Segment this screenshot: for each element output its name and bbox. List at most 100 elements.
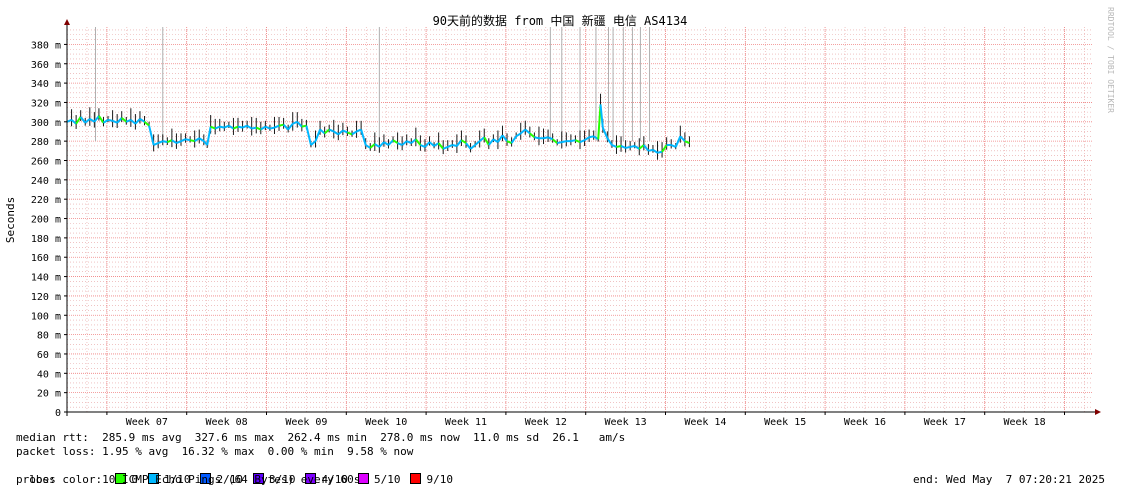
median-rtt-segment — [260, 125, 266, 131]
median-rtt-segment — [374, 143, 380, 148]
median-rtt-segment — [606, 137, 613, 146]
median-rtt-segment — [223, 124, 230, 129]
loss-color-item: 5/10 — [357, 473, 401, 486]
y-tick-label: 20 m — [37, 389, 61, 400]
median-rtt-segment — [648, 148, 654, 152]
median-rtt-segment — [520, 128, 526, 135]
median-rtt-segment — [488, 138, 495, 146]
median-rtt-segment — [616, 145, 622, 148]
rrdtool-watermark: RRDTOOL / TOBI OETIKER — [1106, 7, 1115, 113]
median-rtt-segment — [264, 125, 271, 130]
median-rtt-segment — [305, 125, 312, 146]
median-rtt-segment — [510, 135, 517, 144]
median-rtt-segment — [629, 145, 635, 148]
y-tick-label: 0 — [55, 408, 61, 419]
median-rtt-segment — [570, 139, 576, 143]
median-rtt-segment — [237, 125, 243, 129]
median-rtt-segment — [242, 124, 248, 129]
median-rtt-segment — [584, 136, 590, 142]
median-rtt-segment — [561, 140, 567, 144]
median-rtt-segment — [684, 140, 690, 145]
median-rtt-segment — [351, 130, 358, 136]
x-tick-label: Week 15 — [764, 417, 806, 428]
loss-color-item: 9/10 — [410, 473, 453, 486]
median-rtt-segment — [166, 139, 173, 144]
median-rtt-segment — [251, 126, 257, 130]
y-tick-label: 160 m — [31, 253, 61, 264]
median-rtt-segment — [337, 129, 344, 136]
median-rtt-segment — [547, 136, 554, 141]
x-tick-label: Week 07 — [126, 417, 168, 428]
median-rtt-segment — [442, 146, 449, 150]
median-rtt-segment — [420, 144, 426, 148]
median-rtt-segment — [143, 121, 150, 127]
probe-info: probe: 10 ICMP Echo Pings (64 Bytes) eve… — [16, 473, 361, 486]
median-rtt-segment — [447, 144, 453, 148]
y-tick-label: 80 m — [37, 331, 61, 342]
median-rtt-segment — [296, 121, 303, 128]
median-rtt-segment — [579, 139, 585, 144]
x-tick-label: Week 08 — [206, 417, 248, 428]
x-tick-label: Week 14 — [684, 417, 726, 428]
median-rtt-segment — [134, 118, 141, 125]
y-tick-label: 340 m — [31, 79, 61, 90]
loss-color-swatch — [410, 473, 422, 484]
median-rtt-segment — [112, 119, 118, 124]
median-rtt-segment — [206, 126, 212, 146]
median-rtt-segment — [107, 118, 113, 122]
median-rtt-segment — [255, 126, 262, 131]
median-rtt-segment — [428, 141, 435, 147]
smokeping-latency-chart: 0 20 m 40 m 60 m 80 m 100 m 120 m 140 m 160 m 180… — [4, 7, 1115, 428]
median-rtt-segment — [634, 145, 640, 150]
y-tick-label: 140 m — [31, 273, 61, 284]
x-tick-label: Week 17 — [924, 417, 966, 428]
median-rtt-segment — [452, 144, 458, 147]
median-rtt-segment — [501, 134, 508, 142]
loss-color-label-text: 5/10 — [373, 473, 401, 486]
x-tick-label: Week 11 — [445, 417, 487, 428]
x-tick-label: Week 18 — [1004, 417, 1046, 428]
median-rtt-segment — [625, 145, 631, 149]
median-rtt-segment — [333, 130, 339, 136]
median-rtt-segment — [148, 125, 155, 146]
chart-title: 90天前的数据 from 中国 新疆 电信 AS4134 — [433, 13, 688, 28]
y-tick-label: 260 m — [31, 156, 61, 167]
median-rtt-segment — [620, 145, 626, 149]
y-tick-label: 200 m — [31, 215, 61, 226]
median-rtt-segment — [269, 126, 275, 130]
median-rtt-segment — [219, 125, 225, 129]
y-tick-label: 380 m — [31, 40, 61, 51]
median-rtt-segment — [556, 141, 562, 145]
median-rtt-segment — [611, 144, 617, 148]
x-tick-label: Week 10 — [365, 417, 407, 428]
median-rtt-segment — [534, 136, 540, 140]
median-rtt-segment — [652, 149, 659, 154]
median-rtt-segment — [474, 140, 481, 146]
median-rtt-segment — [415, 138, 422, 146]
median-rtt-segment — [89, 118, 95, 123]
median-rtt-stats: median rtt: 285.9 ms avg 327.6 ms max 26… — [16, 431, 626, 444]
y-axis-arrow — [64, 19, 70, 25]
median-rtt-segment — [406, 140, 412, 145]
median-rtt-segment — [383, 141, 390, 146]
y-tick-label: 100 m — [31, 311, 61, 322]
median-rtt-segment — [198, 137, 205, 142]
median-rtt-segment — [360, 129, 367, 146]
median-rtt-segment — [66, 118, 72, 123]
median-rtt-segment — [515, 132, 522, 138]
median-rtt-segment — [543, 136, 549, 140]
median-rtt-segment — [670, 144, 677, 148]
median-rtt-segment — [433, 142, 440, 147]
median-rtt-segment — [233, 125, 239, 130]
median-rtt-segment — [529, 132, 536, 139]
median-rtt-segment — [492, 138, 499, 143]
median-rtt-segment — [674, 135, 682, 148]
median-rtt-segment — [347, 131, 353, 136]
median-rtt-segment — [162, 140, 168, 144]
median-rtt-segment — [657, 150, 663, 154]
median-rtt-segment — [342, 129, 348, 134]
median-rtt-segment — [189, 139, 195, 143]
median-rtt-segment — [601, 127, 609, 139]
median-rtt-segment — [328, 128, 335, 133]
median-rtt-segment — [310, 140, 317, 146]
